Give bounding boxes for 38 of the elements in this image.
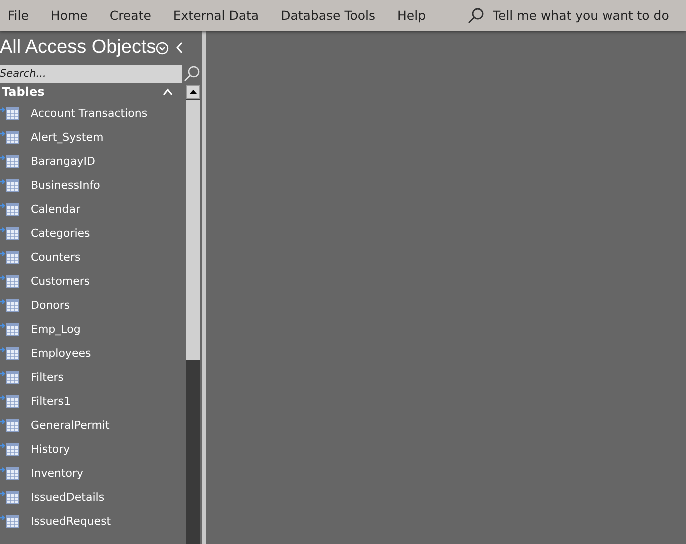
group-header[interactable]: Tables xyxy=(0,83,186,101)
tell-me-field[interactable]: Tell me what you want to do xyxy=(493,8,678,23)
dropdown-icon[interactable] xyxy=(156,42,170,54)
search-icon[interactable] xyxy=(183,65,201,83)
menu-tab[interactable]: Home xyxy=(50,8,88,23)
scroll-up-button[interactable] xyxy=(186,85,200,99)
table-item[interactable]: Categories xyxy=(0,221,186,245)
menu-tab[interactable]: Help xyxy=(398,8,426,23)
table-item[interactable]: Employees xyxy=(0,341,186,365)
menu-tab[interactable]: External Data xyxy=(173,8,260,23)
menu-tab[interactable]: Database Tools xyxy=(281,8,376,23)
triangle-up-icon xyxy=(190,90,196,94)
table-item[interactable]: Customers xyxy=(0,269,186,293)
scroll-thumb[interactable] xyxy=(186,100,200,360)
table-item[interactable]: IssuedDetails xyxy=(0,485,186,509)
menu-tab[interactable]: Create xyxy=(110,8,152,23)
collapse-icon[interactable] xyxy=(175,41,186,55)
search-icon xyxy=(467,6,485,24)
group-label: Tables xyxy=(2,85,45,99)
table-item[interactable]: Filters xyxy=(0,365,186,389)
table-item[interactable]: Inventory xyxy=(0,461,186,485)
menu-tab[interactable]: File xyxy=(8,8,29,23)
table-item[interactable]: Counters xyxy=(0,245,186,269)
table-item[interactable]: BusinessInfo xyxy=(0,173,186,197)
search-field[interactable]: Search... xyxy=(0,65,182,83)
table-item[interactable]: IssuedRequest xyxy=(0,509,186,533)
table-item[interactable]: BarangayID xyxy=(0,149,186,173)
table-item[interactable]: Donors xyxy=(0,293,186,317)
table-item[interactable]: Calendar xyxy=(0,197,186,221)
table-item[interactable]: Account Transactions xyxy=(0,101,186,125)
pane-title: All Access Objects xyxy=(0,37,156,59)
table-item[interactable]: History xyxy=(0,437,186,461)
chevron-icon[interactable] xyxy=(162,88,174,96)
table-item[interactable]: Filters1 xyxy=(0,389,186,413)
table-item[interactable]: GeneralPermit xyxy=(0,413,186,437)
table-item[interactable]: Alert_System xyxy=(0,125,186,149)
table-item[interactable]: Emp_Log xyxy=(0,317,186,341)
scrollbar[interactable] xyxy=(186,85,200,544)
